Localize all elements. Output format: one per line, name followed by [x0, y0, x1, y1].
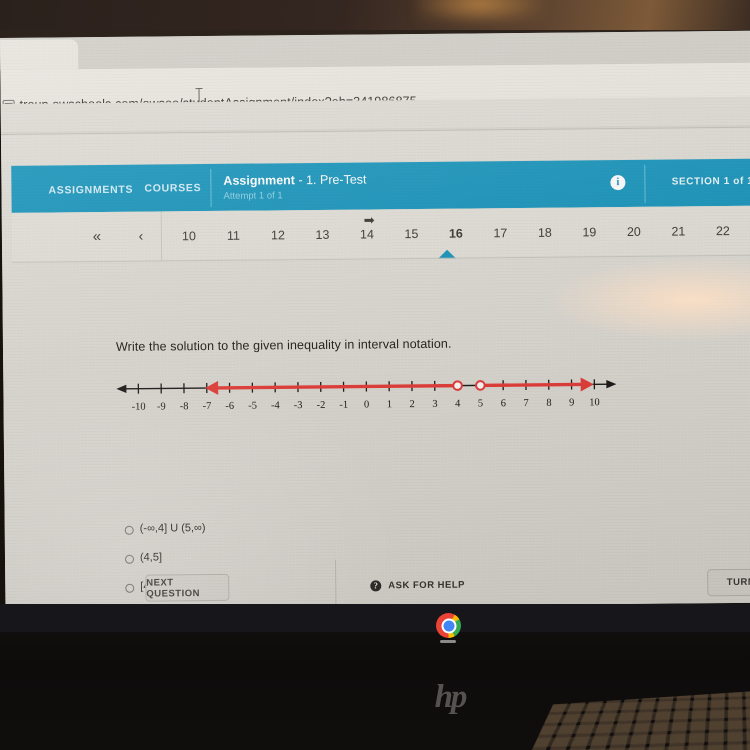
number-line-tick-10: 10	[589, 397, 600, 408]
number-line-svg: -10 -9 -8 -7 -6 -5 -4 -3 -2 -1 0 1 2 3 4 5 6 7 8 9 10	[116, 377, 617, 413]
pager-page-11[interactable]: 11	[220, 229, 246, 243]
number-line-tick-1: 1	[387, 399, 392, 410]
hp-logo: hp	[434, 679, 468, 715]
ask-for-help-label: ASK FOR HELP	[388, 579, 466, 592]
radio-button-2[interactable]	[124, 554, 135, 564]
browser-chrome: × + troup.owschools.com/owsoo/studentAss…	[0, 30, 750, 149]
pager-first-button[interactable]: «	[84, 228, 110, 245]
number-line-tick--3: -3	[294, 400, 303, 411]
number-line-tick--5: -5	[248, 401, 257, 412]
pager-page-18[interactable]: 18	[532, 226, 558, 240]
photo-of-laptop-screen: × + troup.owschools.com/owsoo/studentAss…	[0, 0, 750, 750]
assignment-title: Assignment - 1. Pre-Test	[223, 172, 366, 187]
pager-page-17[interactable]: 17	[487, 226, 513, 240]
pager-page-19[interactable]: 19	[576, 225, 602, 239]
number-line-tick--9: -9	[157, 401, 166, 412]
text-cursor-icon	[198, 88, 200, 104]
number-line-tick-4: 4	[455, 399, 461, 410]
keyboard	[520, 691, 750, 750]
number-line-tick--1: -1	[339, 400, 348, 411]
pager-page-10[interactable]: 10	[176, 229, 202, 243]
ask-for-help-button[interactable]: ? ASK FOR HELP	[370, 580, 465, 592]
radio-button-1[interactable]	[124, 525, 134, 535]
assignment-name: - 1. Pre-Test	[298, 172, 367, 188]
turn-it-in-button[interactable]: TURN IT	[707, 568, 750, 597]
number-line-tick--6: -6	[225, 401, 234, 412]
number-line-tick--4: -4	[271, 400, 281, 411]
number-line-tick--10: -10	[131, 402, 145, 413]
pager-page-22[interactable]: 22	[710, 224, 736, 238]
mouse-pointer-icon: ➡	[363, 212, 375, 228]
pager-page-15[interactable]: 15	[398, 227, 424, 241]
number-line-tick--7: -7	[203, 401, 212, 412]
laptop-screen: × + troup.owschools.com/owsoo/studentAss…	[0, 30, 750, 610]
question-prompt: Write the solution to the given inequali…	[115, 336, 452, 354]
number-line-tick-7: 7	[523, 398, 528, 409]
number-line-tick--2: -2	[317, 400, 326, 411]
section-label: SECTION 1 of 1	[671, 175, 750, 188]
browser-tab[interactable]	[0, 39, 79, 71]
answer-option-label-1: (-∞,4] U (5,∞)	[139, 522, 206, 535]
pager-page-12[interactable]: 12	[265, 228, 291, 242]
nav-assignments[interactable]: ASSIGNMENTS	[48, 184, 133, 197]
chrome-icon[interactable]	[436, 613, 461, 638]
pager-prev-button[interactable]: ‹	[128, 228, 154, 244]
number-line-tick-6: 6	[501, 398, 506, 409]
info-icon[interactable]: i	[610, 175, 626, 191]
answer-option-label-2: (4,5]	[139, 551, 163, 564]
next-question-button[interactable]: NEXT QUESTION	[145, 573, 230, 602]
number-line-tick-2: 2	[409, 399, 414, 410]
number-line-tick-5: 5	[478, 398, 483, 409]
pager-page-14[interactable]: 14	[354, 227, 380, 241]
pager-page-13[interactable]: 13	[309, 228, 335, 242]
number-line-figure: -10 -9 -8 -7 -6 -5 -4 -3 -2 -1 0 1 2 3 4 5 6 7 8 9 10	[116, 369, 617, 426]
pager-page-16[interactable]: 16	[443, 227, 469, 241]
nav-courses[interactable]: COURSES	[144, 182, 201, 195]
chrome-active-indicator	[440, 640, 456, 643]
assignment-page: ASSIGNMENTS COURSES Assignment - 1. Pre-…	[0, 127, 750, 610]
number-line-tick-8: 8	[546, 398, 551, 409]
pager-page-20[interactable]: 20	[621, 225, 647, 239]
assignment-word: Assignment	[223, 173, 295, 188]
attempt-label: Attempt 1 of 1	[223, 190, 283, 202]
number-line-tick--8: -8	[180, 401, 189, 412]
number-line-tick-0: 0	[364, 399, 369, 410]
help-icon: ?	[370, 580, 382, 592]
taskbar	[0, 604, 750, 632]
number-line-tick-9: 9	[569, 398, 574, 409]
number-line-tick-3: 3	[432, 399, 437, 410]
laptop-body: hp	[0, 604, 750, 750]
bookmarks-bar	[0, 96, 750, 132]
pager-page-21[interactable]: 21	[665, 224, 691, 238]
